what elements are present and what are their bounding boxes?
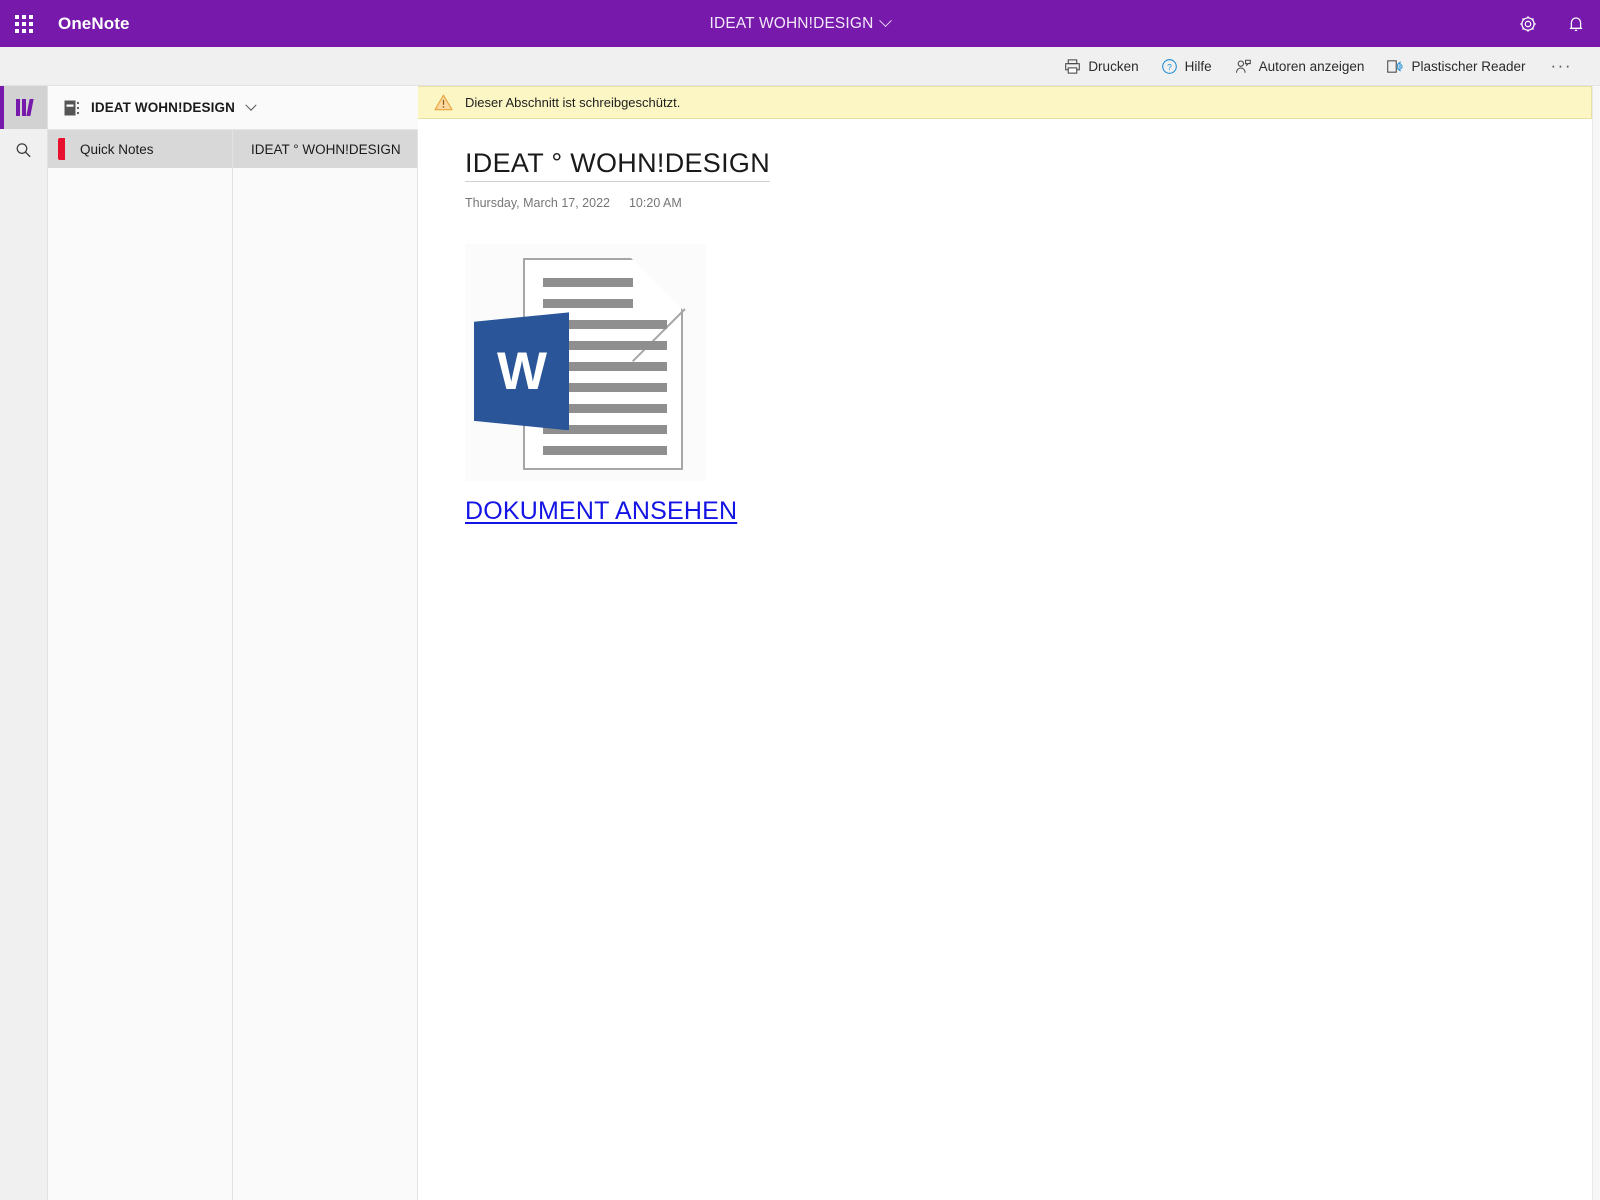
notebooks-icon [16, 99, 32, 116]
immersive-reader-label: Plastischer Reader [1411, 59, 1525, 74]
rail-notebooks-button[interactable] [0, 86, 47, 129]
app-launcher-button[interactable] [0, 0, 48, 47]
word-document-image[interactable]: W [465, 244, 706, 481]
search-icon [14, 141, 33, 160]
svg-text:?: ? [1167, 61, 1172, 71]
help-label: Hilfe [1185, 59, 1212, 74]
page-list: IDEAT ° WOHN!DESIGN [233, 130, 418, 1200]
show-authors-icon [1234, 58, 1252, 75]
section-color-tab [58, 138, 65, 160]
immersive-reader-icon [1386, 58, 1404, 75]
print-button[interactable]: Drucken [1053, 51, 1149, 81]
more-options-button[interactable]: ··· [1537, 51, 1586, 81]
page-meta: Thursday, March 17, 2022 10:20 AM [465, 196, 1592, 210]
help-button[interactable]: ? Hilfe [1150, 51, 1223, 81]
help-circle-icon: ? [1161, 58, 1178, 75]
printer-icon [1064, 58, 1081, 75]
notebook-icon [64, 99, 81, 117]
warning-triangle-icon [434, 94, 453, 111]
left-rail [0, 86, 48, 1200]
bell-icon [1566, 14, 1586, 34]
command-toolbar: Drucken ? Hilfe Autoren anzeigen Plastis… [0, 47, 1600, 86]
notebook-switcher-label: IDEAT WOHN!DESIGN [710, 15, 874, 33]
notebook-header-title: IDEAT WOHN!DESIGN [91, 100, 235, 115]
gear-icon [1518, 14, 1538, 34]
show-authors-button[interactable]: Autoren anzeigen [1223, 51, 1376, 81]
section-item-quick-notes[interactable]: Quick Notes [48, 130, 232, 168]
readonly-banner: Dieser Abschnitt ist schreibgeschützt. [418, 86, 1592, 119]
print-label: Drucken [1088, 59, 1138, 74]
settings-button[interactable] [1504, 0, 1552, 47]
notifications-button[interactable] [1552, 0, 1600, 47]
app-title[interactable]: OneNote [58, 14, 130, 34]
app-bar-center: IDEAT WOHN!DESIGN [0, 0, 1600, 47]
chevron-down-icon [245, 99, 256, 110]
view-document-link[interactable]: DOKUMENT ANSEHEN [465, 497, 737, 526]
chevron-down-icon [880, 14, 893, 27]
word-logo-badge: W [474, 312, 569, 430]
content-scrollbar[interactable] [1592, 86, 1600, 1200]
app-bar-actions [1504, 0, 1600, 47]
content-area: Dieser Abschnitt ist schreibgeschützt. I… [418, 86, 1592, 1200]
page-body: IDEAT ° WOHN!DESIGN Thursday, March 17, … [418, 119, 1592, 526]
notebook-header[interactable]: IDEAT WOHN!DESIGN [48, 86, 418, 130]
page-time: 10:20 AM [629, 196, 682, 210]
section-list: Quick Notes [48, 130, 233, 1200]
waffle-icon [15, 15, 33, 33]
page-item-label: IDEAT ° WOHN!DESIGN [251, 142, 401, 157]
word-logo-letter: W [497, 345, 546, 398]
app-bar: OneNote IDEAT WOHN!DESIGN [0, 0, 1600, 47]
rail-search-button[interactable] [0, 129, 47, 172]
section-item-label: Quick Notes [80, 142, 154, 157]
notebook-switcher-button[interactable]: IDEAT WOHN!DESIGN [702, 11, 899, 37]
page-date: Thursday, March 17, 2022 [465, 196, 610, 210]
page-item[interactable]: IDEAT ° WOHN!DESIGN [233, 130, 417, 168]
show-authors-label: Autoren anzeigen [1259, 59, 1365, 74]
page-title[interactable]: IDEAT ° WOHN!DESIGN [465, 149, 770, 182]
immersive-reader-button[interactable]: Plastischer Reader [1375, 51, 1536, 81]
readonly-banner-text: Dieser Abschnitt ist schreibgeschützt. [465, 95, 680, 110]
